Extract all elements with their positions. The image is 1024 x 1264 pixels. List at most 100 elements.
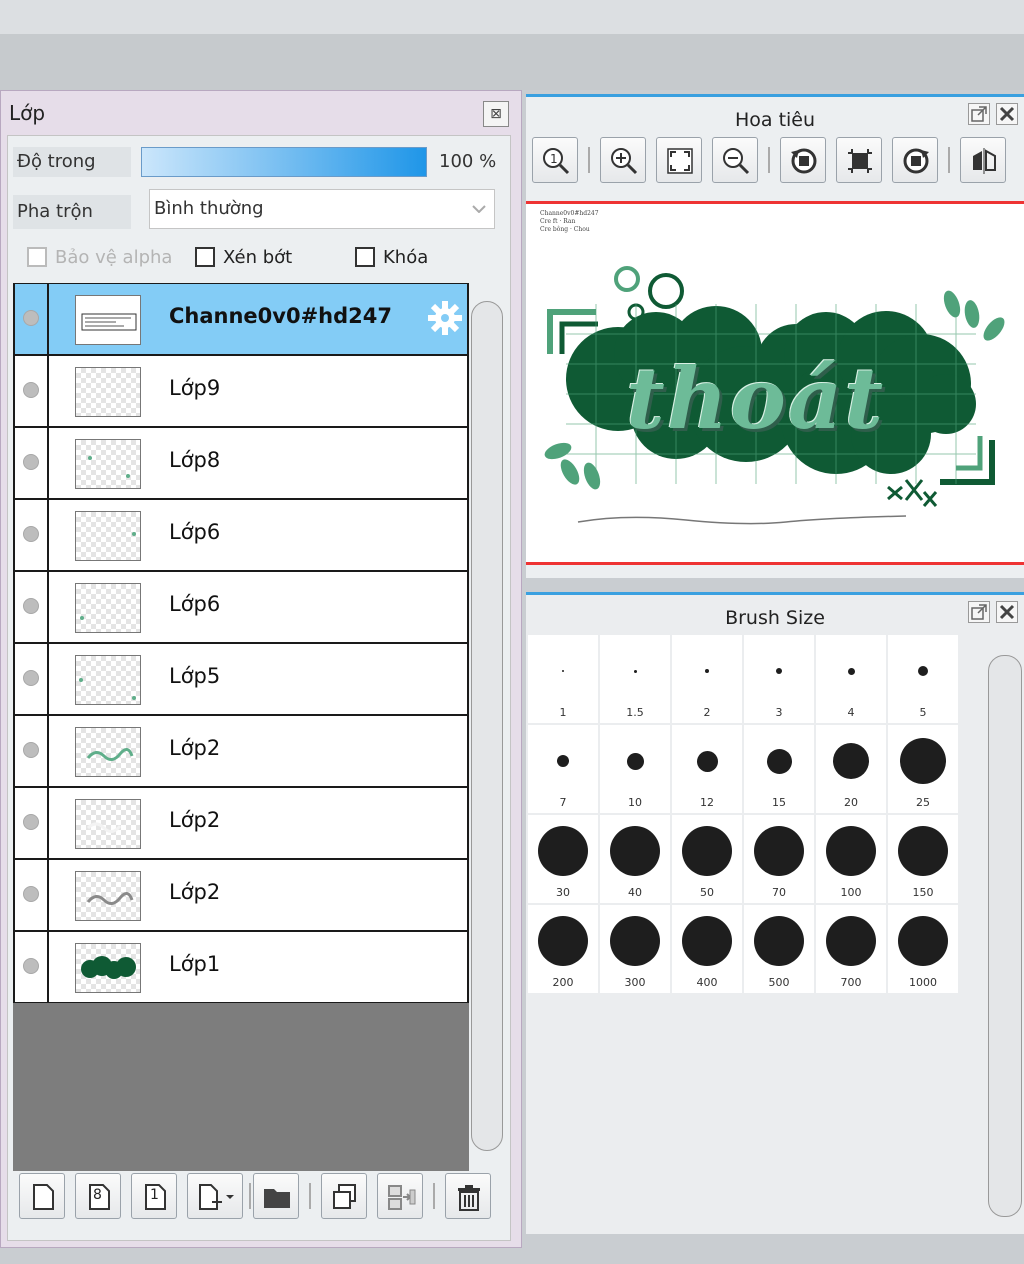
visibility-toggle[interactable] xyxy=(15,572,49,642)
brush-size-option[interactable]: 25 xyxy=(888,725,958,813)
brush-size-option[interactable]: 100 xyxy=(816,815,886,903)
brush-size-label: 1 xyxy=(559,706,567,719)
brush-size-option[interactable]: 300 xyxy=(600,905,670,993)
brush-size-label: 500 xyxy=(768,976,790,989)
layer-row[interactable]: Lớp2 xyxy=(13,859,469,931)
visibility-toggle[interactable] xyxy=(15,284,49,354)
layer-name[interactable]: Lớp1 xyxy=(169,952,220,976)
rotate-left-button[interactable] xyxy=(780,137,826,183)
eye-icon xyxy=(23,598,39,614)
layer-row[interactable]: Channe0v0#hd247 xyxy=(13,283,469,355)
layer-row[interactable]: Lớp2 xyxy=(13,787,469,859)
opacity-slider[interactable] xyxy=(141,147,427,177)
layer-row[interactable]: Lớp8 xyxy=(13,427,469,499)
brush-dot-preview xyxy=(610,916,660,966)
brush-size-option[interactable]: 30 xyxy=(528,815,598,903)
brush-size-option[interactable]: 70 xyxy=(744,815,814,903)
float-panel-icon[interactable] xyxy=(968,103,990,125)
layer-name[interactable]: Lớp6 xyxy=(169,592,220,616)
visibility-toggle[interactable] xyxy=(15,860,49,930)
brush-size-option[interactable]: 700 xyxy=(816,905,886,993)
layer-name[interactable]: Lớp2 xyxy=(169,736,220,760)
merge-down-button[interactable] xyxy=(377,1173,423,1219)
visibility-toggle[interactable] xyxy=(15,644,49,714)
delete-layer-button[interactable] xyxy=(445,1173,491,1219)
layer-name[interactable]: Lớp5 xyxy=(169,664,220,688)
brush-size-option[interactable]: 20 xyxy=(816,725,886,813)
protect-alpha-checkbox[interactable]: Bảo vệ alpha xyxy=(27,245,172,269)
layer-row[interactable]: Lớp9 xyxy=(13,355,469,427)
blend-mode-select[interactable]: Bình thường xyxy=(149,189,495,229)
brush-size-option[interactable]: 1 xyxy=(528,635,598,723)
brush-size-option[interactable]: 3 xyxy=(744,635,814,723)
add-layer-dropdown-button[interactable] xyxy=(187,1173,243,1219)
brush-size-option[interactable]: 10 xyxy=(600,725,670,813)
reset-rotation-button[interactable] xyxy=(836,137,882,183)
brush-dot-preview xyxy=(826,826,876,876)
navigator-preview[interactable]: Channe0v0#hd247 Cre ft · Ran Cre bông · … xyxy=(526,201,1024,565)
opacity-value[interactable]: 100 % xyxy=(439,151,496,172)
layer-scrollbar[interactable] xyxy=(471,301,503,1151)
zoom-out-button[interactable] xyxy=(712,137,758,183)
visibility-toggle[interactable] xyxy=(15,932,49,1002)
float-panel-icon[interactable] xyxy=(968,601,990,623)
layer-row[interactable]: Lớp5 xyxy=(13,643,469,715)
brush-dot-preview xyxy=(918,666,928,676)
layer-name[interactable]: Lớp2 xyxy=(169,808,220,832)
new-1bit-layer-button[interactable]: 1 xyxy=(131,1173,177,1219)
visibility-toggle[interactable] xyxy=(15,788,49,858)
brush-size-option[interactable]: 15 xyxy=(744,725,814,813)
brush-size-option[interactable]: 12 xyxy=(672,725,742,813)
brush-size-option[interactable]: 200 xyxy=(528,905,598,993)
flip-horizontal-button[interactable] xyxy=(960,137,1006,183)
brush-size-option[interactable]: 7 xyxy=(528,725,598,813)
new-raster-layer-button[interactable] xyxy=(19,1173,65,1219)
layer-row[interactable]: Lớp1 xyxy=(13,931,469,1003)
brush-scrollbar[interactable] xyxy=(988,655,1022,1217)
brush-size-option[interactable]: 500 xyxy=(744,905,814,993)
brush-dot-preview xyxy=(833,743,869,779)
opacity-label: Độ trong xyxy=(13,147,131,177)
brush-size-label: 1000 xyxy=(909,976,937,989)
toolbar-separator xyxy=(309,1183,311,1209)
lock-label: Khóa xyxy=(383,246,429,268)
brush-size-option[interactable]: 2 xyxy=(672,635,742,723)
brush-size-option[interactable]: 400 xyxy=(672,905,742,993)
layer-name[interactable]: Lớp8 xyxy=(169,448,220,472)
brush-size-option[interactable]: 4 xyxy=(816,635,886,723)
duplicate-layer-button[interactable] xyxy=(321,1173,367,1219)
new-folder-button[interactable] xyxy=(253,1173,299,1219)
brush-size-option[interactable]: 1.5 xyxy=(600,635,670,723)
rotate-right-button[interactable] xyxy=(892,137,938,183)
layer-thumbnail xyxy=(75,583,141,633)
brush-size-option[interactable]: 50 xyxy=(672,815,742,903)
brush-size-option[interactable]: 150 xyxy=(888,815,958,903)
clipping-checkbox[interactable]: Xén bớt xyxy=(195,245,292,269)
brush-size-option[interactable]: 5 xyxy=(888,635,958,723)
layer-name[interactable]: Channe0v0#hd247 xyxy=(169,304,392,328)
layer-name[interactable]: Lớp2 xyxy=(169,880,220,904)
layer-name[interactable]: Lớp6 xyxy=(169,520,220,544)
visibility-toggle[interactable] xyxy=(15,428,49,498)
zoom-in-button[interactable] xyxy=(600,137,646,183)
layer-row[interactable]: Lớp6 xyxy=(13,571,469,643)
new-8bit-layer-button[interactable]: 8 xyxy=(75,1173,121,1219)
layer-name[interactable]: Lớp9 xyxy=(169,376,220,400)
scrollbar-thumb[interactable] xyxy=(471,301,503,1151)
close-panel-button[interactable]: ⊠ xyxy=(483,101,509,127)
fit-window-button[interactable] xyxy=(656,137,702,183)
visibility-toggle[interactable] xyxy=(15,716,49,786)
brush-size-option[interactable]: 1000 xyxy=(888,905,958,993)
close-icon[interactable] xyxy=(996,103,1018,125)
layer-row[interactable]: Lớp6 xyxy=(13,499,469,571)
layer-row[interactable]: Lớp2 xyxy=(13,715,469,787)
brush-size-option[interactable]: 40 xyxy=(600,815,670,903)
brush-size-label: 5 xyxy=(919,706,927,719)
visibility-toggle[interactable] xyxy=(15,356,49,426)
brush-size-label: 200 xyxy=(552,976,574,989)
visibility-toggle[interactable] xyxy=(15,500,49,570)
close-icon[interactable] xyxy=(996,601,1018,623)
gear-icon[interactable] xyxy=(425,298,465,338)
actual-size-button[interactable]: 1 xyxy=(532,137,578,183)
lock-checkbox[interactable]: Khóa xyxy=(355,245,428,269)
